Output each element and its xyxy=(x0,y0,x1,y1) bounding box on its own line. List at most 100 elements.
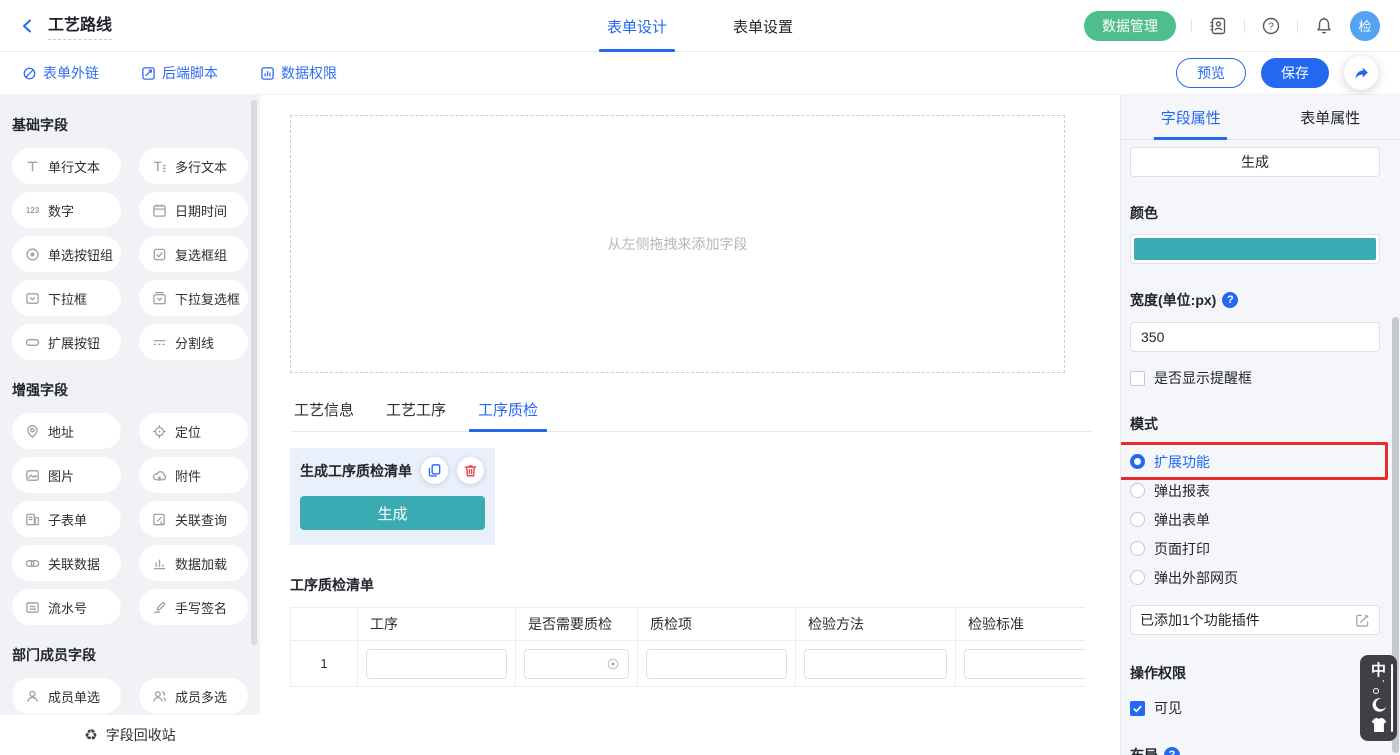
sidebar-item-attachment[interactable]: 附件 xyxy=(139,457,248,493)
sidebar-scrollbar[interactable] xyxy=(251,100,257,645)
reminder-checkbox[interactable] xyxy=(1130,371,1145,386)
radio-icon[interactable] xyxy=(1130,541,1145,556)
sidebar-item-image[interactable]: 图片 xyxy=(12,457,121,493)
header-tabs: 表单设计 表单设置 xyxy=(607,0,793,52)
image-icon xyxy=(24,467,41,484)
sidebar-item-multi-select[interactable]: 下拉复选框 xyxy=(139,280,248,316)
sidebar-item-member-multi[interactable]: 成员多选 xyxy=(139,678,248,714)
multi-line-text-icon xyxy=(151,158,168,175)
tab-process-info[interactable]: 工艺信息 xyxy=(290,399,358,431)
mode-option-page-print[interactable]: 页面打印 xyxy=(1130,534,1380,563)
data-manage-button[interactable]: 数据管理 xyxy=(1084,11,1176,41)
process-input[interactable] xyxy=(366,649,507,679)
floating-translate-widget[interactable]: 中 ’ xyxy=(1360,655,1397,741)
check-method-input[interactable] xyxy=(804,649,947,679)
backend-script-link[interactable]: 后端脚本 xyxy=(141,63,218,83)
back-icon[interactable] xyxy=(20,18,36,34)
address-book-icon[interactable] xyxy=(1207,15,1229,37)
sidebar-item-signature[interactable]: 手写签名 xyxy=(139,589,248,625)
sidebar-item-serial-number[interactable]: 流水号 xyxy=(12,589,121,625)
sidebar-item-datetime[interactable]: 日期时间 xyxy=(139,192,248,228)
sidebar-item-number[interactable]: 123 数字 xyxy=(12,192,121,228)
tab-step-quality-check[interactable]: 工序质检 xyxy=(474,399,542,431)
tab-field-properties[interactable]: 字段属性 xyxy=(1121,95,1261,139)
canvas-tabs: 工艺信息 工艺工序 工序质检 xyxy=(290,399,1092,432)
sidebar-item-multi-line-text[interactable]: 多行文本 xyxy=(139,148,248,184)
radio-icon[interactable] xyxy=(1130,483,1145,498)
subform-icon xyxy=(24,511,41,528)
field-recycle-bin[interactable]: ♻ 字段回收站 xyxy=(0,715,260,755)
check-item-input[interactable] xyxy=(646,649,787,679)
radio-selected-icon[interactable] xyxy=(1130,454,1145,469)
width-input[interactable] xyxy=(1130,322,1380,352)
sidebar-item-select[interactable]: 下拉框 xyxy=(12,280,121,316)
tab-form-properties[interactable]: 表单属性 xyxy=(1261,95,1400,139)
sidebar-item-location[interactable]: 定位 xyxy=(139,413,248,449)
copy-field-button[interactable] xyxy=(421,457,448,484)
col-process: 工序 xyxy=(358,608,516,641)
sidebar-item-extend-button[interactable]: 扩展按钮 xyxy=(12,324,121,360)
tshirt-icon[interactable] xyxy=(1371,717,1387,733)
mode-option-popup-external-page[interactable]: 弹出外部网页 xyxy=(1130,563,1380,592)
dark-mode-moon-icon[interactable] xyxy=(1371,697,1387,713)
radio-icon[interactable] xyxy=(1130,570,1145,585)
data-permission-link[interactable]: 数据权限 xyxy=(260,63,337,83)
sidebar-item-member-single[interactable]: 成员单选 xyxy=(12,678,121,714)
sidebar-item-linked-data[interactable]: 关联数据 xyxy=(12,545,121,581)
layout-label: 布局 ? xyxy=(1130,745,1380,755)
empty-dropzone[interactable]: 从左侧拖拽来添加字段 xyxy=(290,115,1065,373)
tab-form-settings[interactable]: 表单设置 xyxy=(733,0,793,52)
cloud-upload-icon xyxy=(151,467,168,484)
sidebar-item-subform[interactable]: 子表单 xyxy=(12,501,121,537)
form-canvas: 从左侧拖拽来添加字段 工艺信息 工艺工序 工序质检 生成工序质检清单 生成 xyxy=(260,95,1120,755)
sidebar-item-data-load[interactable]: 数据加载 xyxy=(139,545,248,581)
sidebar-item-single-line-text[interactable]: 单行文本 xyxy=(12,148,121,184)
radio-icon[interactable] xyxy=(1130,512,1145,527)
check-standard-input[interactable] xyxy=(964,649,1085,679)
sidebar-item-divider[interactable]: 分割线 xyxy=(139,324,248,360)
form-toolbar: 表单外链 后端脚本 数据权限 预览 保存 xyxy=(0,52,1400,95)
need-check-input[interactable] xyxy=(524,649,629,679)
width-help-icon[interactable]: ? xyxy=(1222,292,1238,308)
visible-check-row[interactable]: 可见 xyxy=(1130,698,1380,718)
mode-option-popup-form[interactable]: 弹出表单 xyxy=(1130,505,1380,534)
layout-help-icon[interactable]: ? xyxy=(1164,747,1180,755)
field-label: 生成工序质检清单 xyxy=(300,461,412,481)
mode-option-extend-function[interactable]: 扩展功能 xyxy=(1130,447,1380,476)
sidebar-item-address[interactable]: 地址 xyxy=(12,413,121,449)
color-picker[interactable] xyxy=(1130,234,1380,264)
divider-icon xyxy=(151,334,168,351)
page-title[interactable]: 工艺路线 xyxy=(48,11,112,40)
sidebar-item-linked-query[interactable]: 关联查询 xyxy=(139,501,248,537)
preview-button[interactable]: 预览 xyxy=(1176,58,1246,88)
divider xyxy=(1244,19,1245,33)
button-name-input[interactable]: 生成 xyxy=(1130,147,1380,177)
dropzone-placeholder: 从左侧拖拽来添加字段 xyxy=(608,234,748,254)
delete-field-button[interactable] xyxy=(457,457,484,484)
selected-field-card[interactable]: 生成工序质检清单 生成 xyxy=(290,448,495,545)
link-icon xyxy=(24,555,41,572)
tone-mark-icon[interactable]: ’ xyxy=(1373,682,1385,694)
help-icon[interactable]: ? xyxy=(1260,15,1282,37)
save-button[interactable]: 保存 xyxy=(1261,58,1329,88)
sidebar-item-checkbox-group[interactable]: 复选框组 xyxy=(139,236,248,272)
visible-label: 可见 xyxy=(1154,698,1182,718)
form-external-link[interactable]: 表单外链 xyxy=(22,63,99,83)
sidebar-item-radio-group[interactable]: 单选按钮组 xyxy=(12,236,121,272)
share-button[interactable] xyxy=(1344,56,1378,90)
generate-button[interactable]: 生成 xyxy=(300,496,485,530)
mode-option-popup-report[interactable]: 弹出报表 xyxy=(1130,476,1380,505)
calendar-icon xyxy=(151,202,168,219)
tab-process-steps[interactable]: 工艺工序 xyxy=(382,399,450,431)
plugin-config-input[interactable]: 已添加1个功能插件 xyxy=(1130,605,1380,635)
language-icon[interactable]: 中 xyxy=(1371,663,1386,678)
reminder-check-row[interactable]: 是否显示提醒框 xyxy=(1130,368,1380,388)
col-check-method: 检验方法 xyxy=(796,608,956,641)
width-label: 宽度(单位:px) ? xyxy=(1130,290,1380,310)
mode-options: 扩展功能 弹出报表 弹出表单 页面打印 xyxy=(1130,447,1380,592)
location-pin-icon xyxy=(24,423,41,440)
visible-checkbox[interactable] xyxy=(1130,701,1145,716)
notification-bell-icon[interactable] xyxy=(1313,15,1335,37)
tab-form-design[interactable]: 表单设计 xyxy=(607,0,667,52)
user-avatar[interactable]: 检 xyxy=(1350,11,1380,41)
